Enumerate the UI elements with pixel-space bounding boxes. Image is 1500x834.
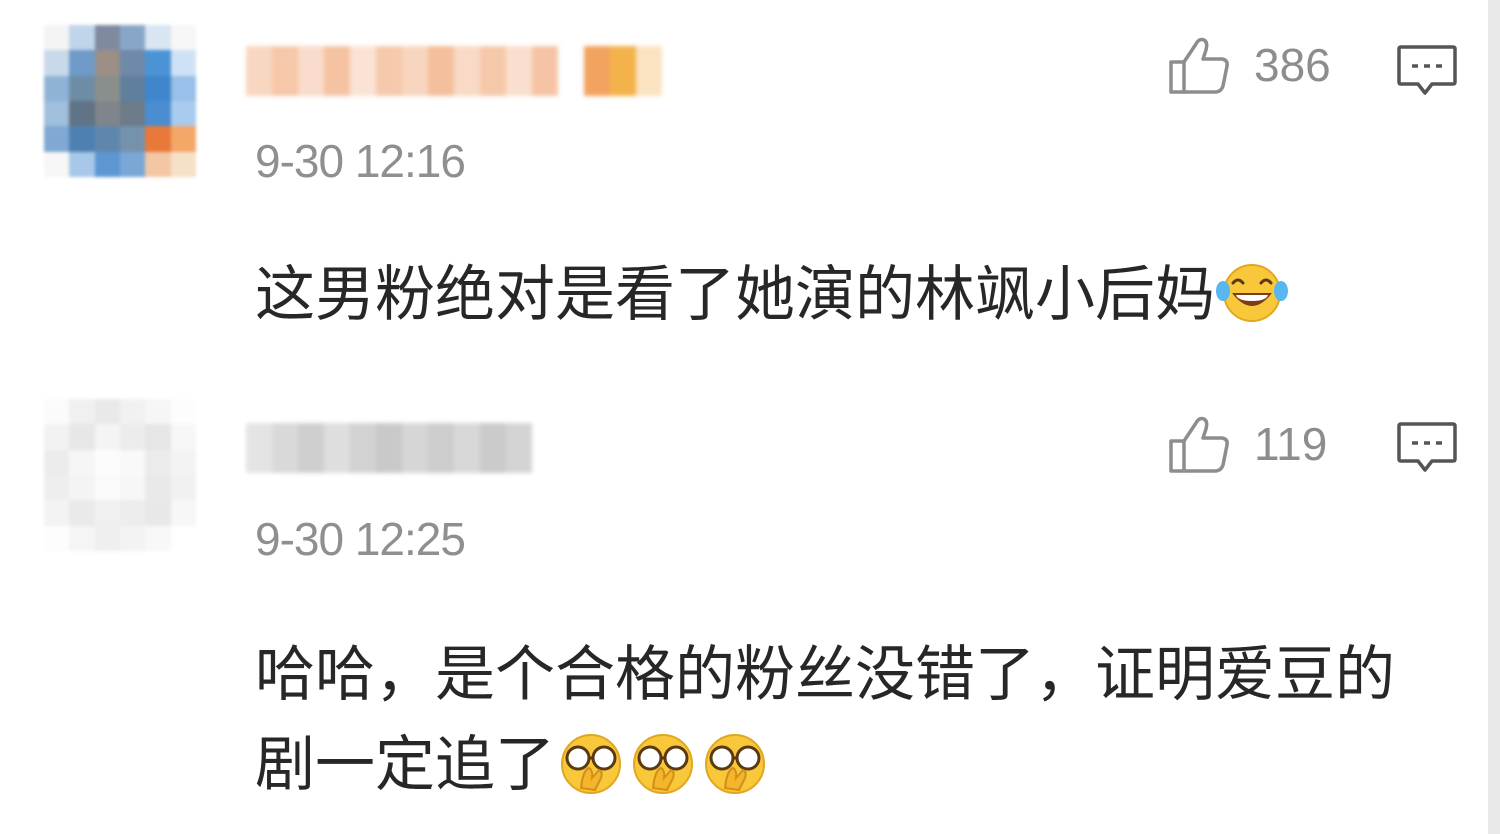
reply-button[interactable] <box>1396 419 1458 475</box>
peeking-glasses-emoji <box>555 730 627 796</box>
peeking-glasses-emoji <box>627 730 699 796</box>
like-button[interactable]: 119 <box>1168 413 1327 475</box>
comment-text-block: 哈哈，是个合格的粉丝没错了，证明爱豆的剧一定追了 <box>255 630 1415 810</box>
comment-text: 这男粉绝对是看了她演的林飒小后妈 <box>255 260 1215 330</box>
like-count: 386 <box>1254 39 1331 91</box>
avatar[interactable] <box>44 399 196 551</box>
peeking-glasses-emoji <box>699 730 771 796</box>
reply-button[interactable] <box>1396 42 1458 98</box>
thumbs-up-outline-icon <box>1169 416 1229 473</box>
like-count: 119 <box>1254 418 1328 470</box>
comment-time: 9-30 12:16 <box>255 135 466 187</box>
comment-bubble-icon <box>1397 45 1457 95</box>
comment-item: 9-30 12:25 119 哈哈，是个合格的粉丝没错了，证明爱豆的剧一定追了 <box>0 375 1488 834</box>
comment-bubble-icon <box>1397 422 1457 472</box>
laughing-tears-emoji <box>1215 261 1289 325</box>
username[interactable] <box>246 423 532 473</box>
comment-text-block: 这男粉绝对是看了她演的林飒小后妈 <box>255 250 1408 340</box>
comment-time: 9-30 12:25 <box>255 513 466 565</box>
comment-text: 哈哈，是个合格的粉丝没错了，证明爱豆的剧一定追了 <box>255 640 1395 800</box>
avatar[interactable] <box>44 25 196 177</box>
scrollbar-track <box>1488 0 1500 834</box>
like-button[interactable]: 386 <box>1168 34 1331 96</box>
comment-item: 9-30 12:16 386 这男粉绝对是看了她演的林飒小后妈 <box>0 0 1488 375</box>
thumbs-up-outline-icon <box>1169 37 1229 94</box>
username[interactable] <box>246 46 662 96</box>
